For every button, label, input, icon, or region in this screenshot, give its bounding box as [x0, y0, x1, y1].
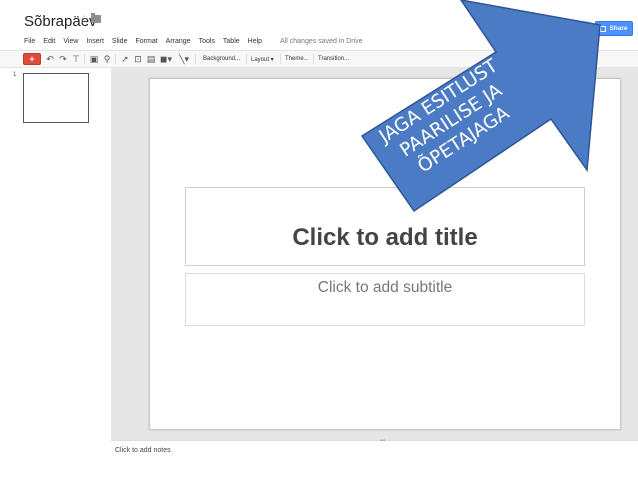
arrow-callout: JAGA ESITLUST PAARILISE JA ÕPETAJAGA [360, 0, 601, 213]
